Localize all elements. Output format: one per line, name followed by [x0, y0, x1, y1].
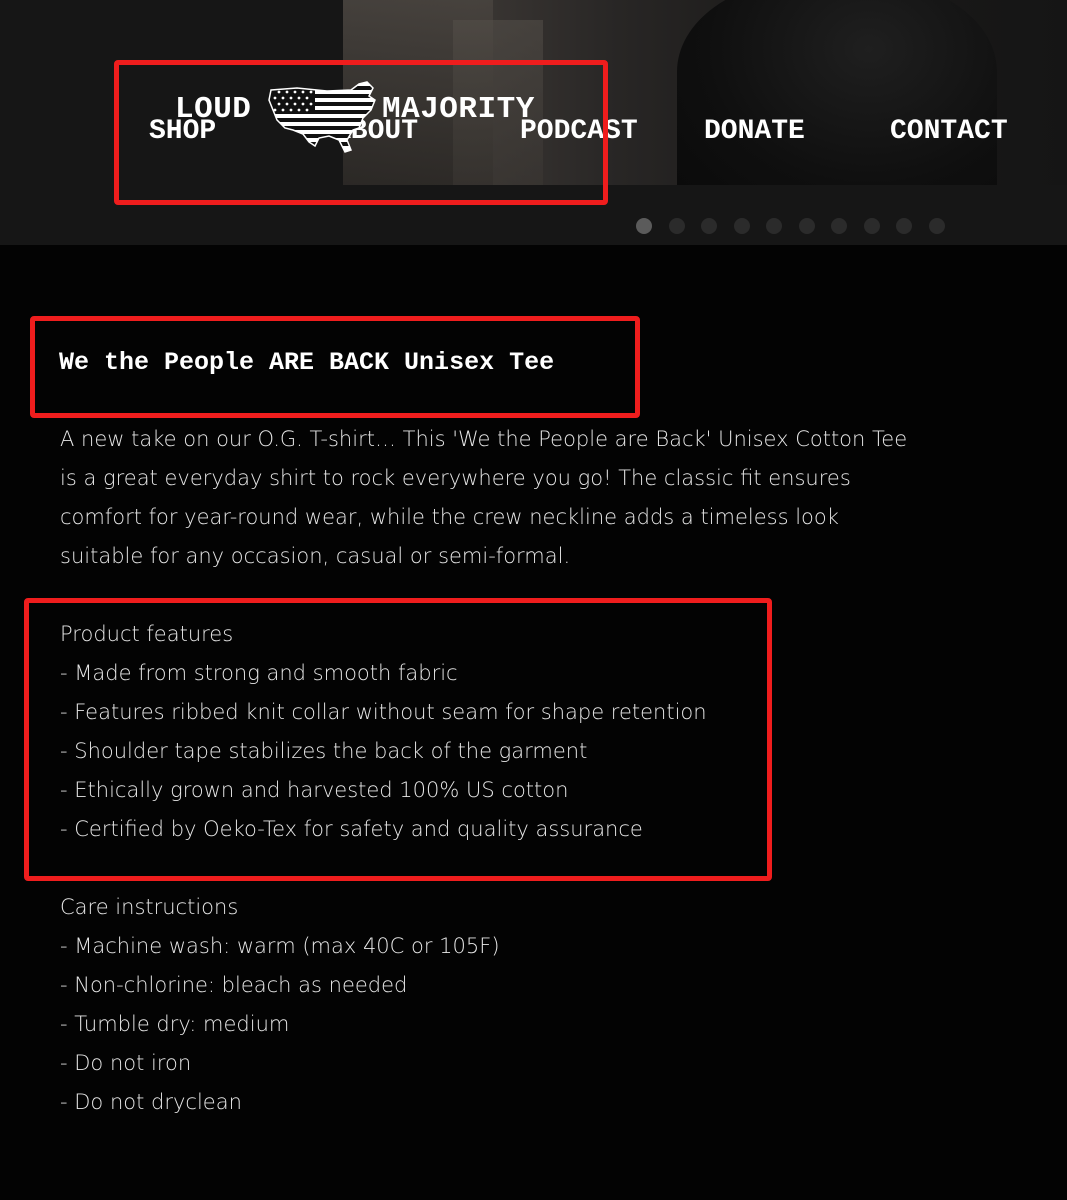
product-features: Product features - Made from strong and … — [60, 615, 960, 849]
product-description: A new take on our O.G. T-shirt… This 'We… — [60, 420, 960, 576]
care-item: - Do not iron — [60, 1051, 192, 1075]
nav-contact[interactable]: CONTACT — [890, 116, 1008, 147]
carousel-dot[interactable] — [636, 218, 652, 234]
carousel-dot[interactable] — [896, 218, 912, 234]
carousel-dot[interactable] — [701, 218, 717, 234]
carousel-dot[interactable] — [928, 218, 945, 234]
care-item: - Tumble dry: medium — [60, 1012, 290, 1036]
carousel-dot[interactable] — [863, 218, 880, 234]
feature-item: - Certified by Oeko-Tex for safety and q… — [60, 817, 643, 841]
nav-donate[interactable]: DONATE — [704, 116, 805, 147]
features-heading: Product features — [60, 622, 234, 646]
description-line: suitable for any occasion, casual or sem… — [60, 544, 571, 568]
care-item: - Non-chlorine: bleach as needed — [60, 973, 408, 997]
carousel-dots — [636, 218, 945, 234]
feature-item: - Shoulder tape stabilizes the back of t… — [60, 739, 588, 763]
care-item: - Machine wash: warm (max 40C or 105F) — [60, 934, 500, 958]
description-line: is a great everyday shirt to rock everyw… — [60, 466, 851, 490]
annotation-box-logo — [114, 60, 608, 205]
description-line: A new take on our O.G. T-shirt… This 'We… — [60, 427, 908, 451]
carousel-dot[interactable] — [733, 218, 750, 234]
carousel-dot[interactable] — [668, 218, 685, 234]
care-instructions: Care instructions - Machine wash: warm (… — [60, 888, 960, 1122]
hero-image-figure — [677, 0, 997, 185]
carousel-dot[interactable] — [766, 218, 782, 234]
care-item: - Do not dryclean — [60, 1090, 242, 1114]
description-line: comfort for year-round wear, while the c… — [60, 505, 839, 529]
care-heading: Care instructions — [60, 895, 239, 919]
feature-item: - Made from strong and smooth fabric — [60, 661, 458, 685]
feature-item: - Ethically grown and harvested 100% US … — [60, 778, 569, 802]
carousel-dot[interactable] — [831, 218, 847, 234]
carousel-dot[interactable] — [798, 218, 815, 234]
product-title: We the People ARE BACK Unisex Tee — [59, 348, 555, 377]
feature-item: - Features ribbed knit collar without se… — [60, 700, 707, 724]
